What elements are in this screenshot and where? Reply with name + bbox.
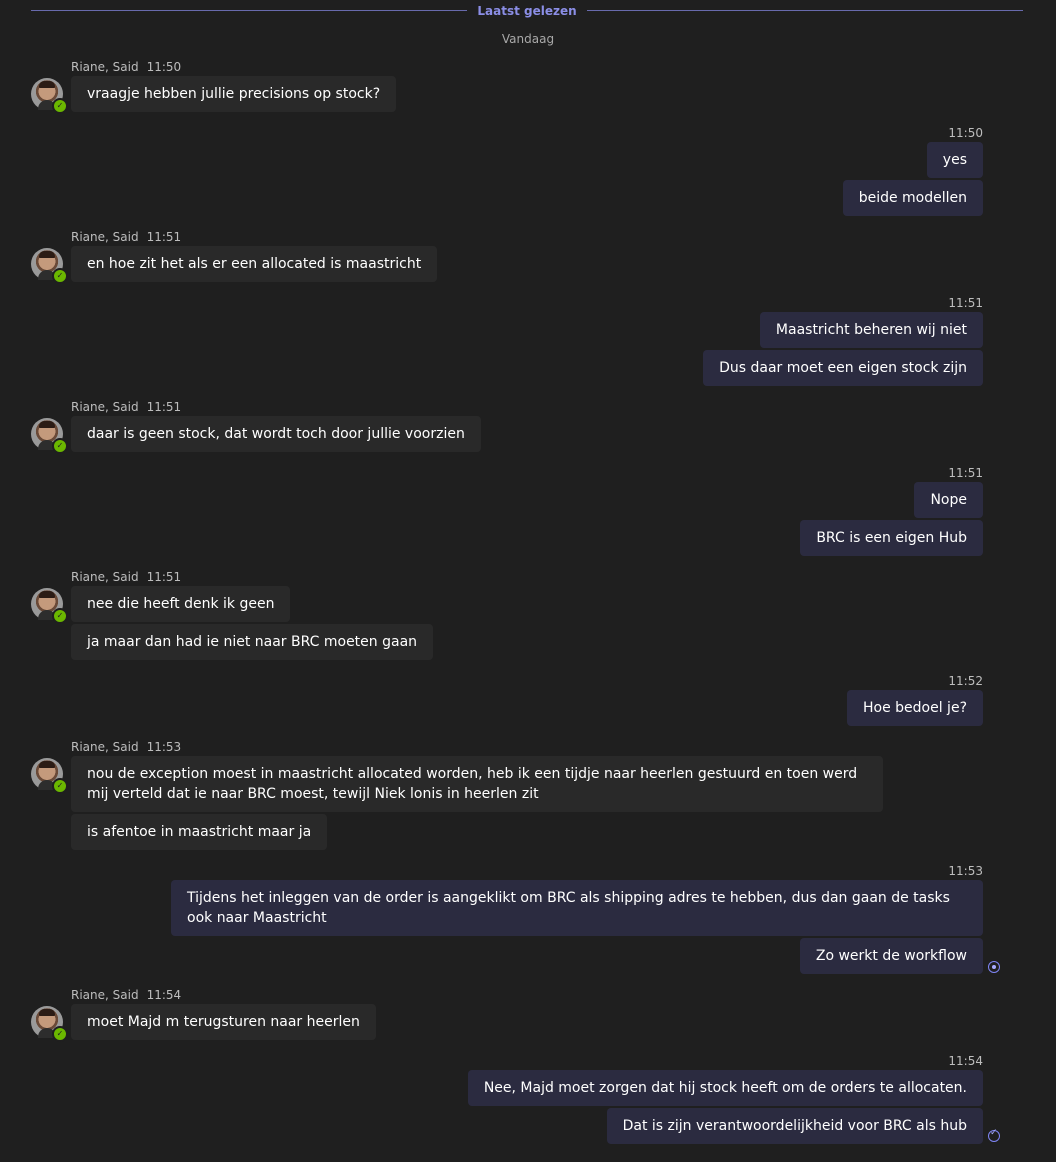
message-bubble[interactable]: nee die heeft denk ik geen: [71, 586, 291, 622]
message-time: 11:53: [948, 864, 983, 878]
message-meta: Riane, Said 11:51: [71, 400, 181, 414]
available-check-icon: ✓: [52, 778, 68, 794]
message-bubble[interactable]: Hoe bedoel je?: [847, 690, 983, 726]
message-bubble[interactable]: en hoe zit het als er een allocated is m…: [71, 246, 438, 282]
message-bubble[interactable]: Dus daar moet een eigen stock zijn: [703, 350, 983, 386]
available-check-icon: ✓: [52, 1026, 68, 1042]
last-read-divider: Laatst gelezen: [0, 0, 1056, 24]
message-bubble[interactable]: Maastricht beheren wij niet: [759, 312, 983, 348]
sender-name: Riane, Said: [71, 740, 139, 754]
message-time: 11:51: [146, 400, 182, 414]
sender-name: Riane, Said: [71, 988, 139, 1002]
seen-eye-icon: [988, 961, 1000, 973]
message-bubble[interactable]: ja maar dan had ie niet naar BRC moeten …: [71, 624, 434, 660]
message-bubble[interactable]: is afentoe in maastricht maar ja: [71, 814, 328, 850]
available-check-icon: ✓: [52, 268, 68, 284]
message-meta: Riane, Said 11:51: [71, 570, 181, 584]
message-bubble[interactable]: Dat is zijn verantwoordelijkheid voor BR…: [606, 1108, 983, 1144]
date-separator: Vandaag: [501, 32, 555, 46]
message-time: 11:51: [146, 570, 182, 584]
message-meta: Riane, Said 11:54: [71, 988, 181, 1002]
message-time: 11:51: [146, 230, 182, 244]
message-bubble[interactable]: BRC is een eigen Hub: [800, 520, 983, 556]
message-bubble[interactable]: Nee, Majd moet zorgen dat hij stock heef…: [467, 1070, 983, 1106]
message-bubble[interactable]: vraagje hebben jullie precisions op stoc…: [71, 76, 397, 112]
message-time: 11:52: [948, 674, 983, 688]
sender-name: Riane, Said: [71, 570, 139, 584]
last-read-label: Laatst gelezen: [477, 4, 577, 18]
message-time: 11:51: [948, 466, 983, 480]
divider-line-right: [587, 10, 1023, 11]
message-bubble[interactable]: daar is geen stock, dat wordt toch door …: [71, 416, 481, 452]
message-meta: Riane, Said 11:51: [71, 230, 181, 244]
message-bubble[interactable]: yes: [926, 142, 983, 178]
message-bubble[interactable]: Nope: [914, 482, 983, 518]
sender-name: Riane, Said: [71, 230, 139, 244]
available-check-icon: ✓: [52, 608, 68, 624]
message-meta: Riane, Said 11:53: [71, 740, 181, 754]
sender-name: Riane, Said: [71, 400, 139, 414]
message-time: 11:50: [948, 126, 983, 140]
message-bubble[interactable]: nou de exception moest in maastricht all…: [71, 756, 883, 812]
message-bubble[interactable]: Tijdens het inleggen van de order is aan…: [171, 880, 983, 936]
message-time: 11:51: [948, 296, 983, 310]
available-check-icon: ✓: [52, 438, 68, 454]
message-time: 11:50: [146, 60, 182, 74]
sender-name: Riane, Said: [71, 60, 139, 74]
read-check-icon: [988, 1128, 1000, 1142]
message-time: 11:54: [948, 1054, 983, 1068]
available-check-icon: ✓: [52, 98, 68, 114]
message-time: 11:54: [146, 988, 182, 1002]
divider-line-left: [31, 10, 467, 11]
message-bubble[interactable]: moet Majd m terugsturen naar heerlen: [71, 1004, 376, 1040]
message-bubble[interactable]: beide modellen: [842, 180, 983, 216]
message-meta: Riane, Said 11:50: [71, 60, 181, 74]
message-time: 11:53: [146, 740, 182, 754]
message-bubble[interactable]: Zo werkt de workflow: [799, 938, 983, 974]
